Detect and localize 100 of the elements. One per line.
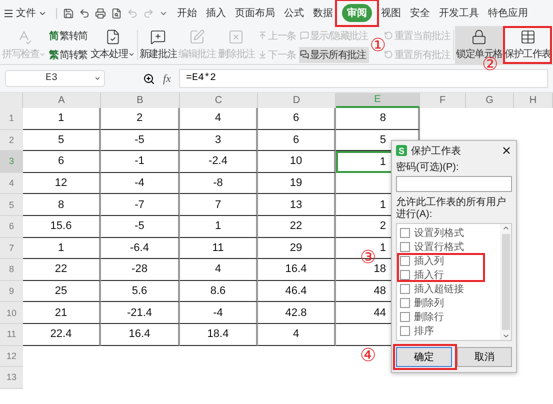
scroll-down-icon[interactable] [502, 332, 510, 340]
table-cell: 1 [23, 238, 101, 260]
row-header[interactable]: 10 [0, 302, 23, 324]
ribbon-tab[interactable]: 特色应用 [488, 6, 528, 20]
step-number: ④ [360, 346, 376, 364]
column-header[interactable]: G [466, 93, 514, 108]
ribbon-button[interactable]: 简繁转简 [48, 28, 88, 44]
ribbon-tab[interactable]: 开发工具 [439, 6, 479, 20]
table-cell: -1 [101, 151, 180, 173]
table-cell: -5 [101, 216, 180, 238]
lock-icon [471, 29, 488, 45]
menu-icon [3, 8, 14, 18]
row-header[interactable]: 7 [0, 238, 23, 260]
pencil-square-icon [189, 29, 206, 45]
ribbon-tab[interactable]: 公式 [284, 6, 304, 20]
table-cell: 46.4 [258, 280, 336, 302]
password-field[interactable] [396, 176, 512, 192]
table-cell: -7 [101, 194, 180, 216]
function-label[interactable]: fx [163, 72, 171, 84]
square-x-icon [228, 29, 244, 45]
table-cell: 6 [23, 151, 101, 173]
permission-option[interactable]: 设置行格式 [400, 240, 497, 254]
table-cell: -2.4 [180, 151, 258, 173]
column-header[interactable]: B [101, 93, 180, 108]
comments-icon [300, 50, 309, 59]
checkbox[interactable] [400, 242, 410, 252]
column-header[interactable]: F [420, 93, 466, 108]
file-menu[interactable]: 文件 [3, 6, 47, 20]
ribbon-tab[interactable]: 安全 [410, 6, 430, 20]
table-cell: -4 [101, 172, 180, 194]
row-header[interactable]: 4 [0, 172, 23, 194]
undo-icon[interactable] [79, 8, 90, 18]
ribbon-button[interactable]: 文本处理 [89, 26, 136, 64]
column-header[interactable]: D [258, 93, 336, 108]
column-header[interactable]: A [23, 93, 101, 108]
ribbon-tab[interactable]: 插入 [206, 6, 226, 20]
row-header[interactable]: 13 [0, 367, 23, 389]
table-cell: 21 [23, 302, 101, 324]
dialog-button[interactable]: 确定 [396, 347, 452, 367]
name-box[interactable]: E3 [5, 70, 105, 87]
checkbox[interactable] [400, 284, 410, 294]
dialog-button[interactable]: 取消 [456, 347, 512, 367]
ribbon-button[interactable]: 新建批注 [138, 26, 178, 64]
row-header[interactable]: 2 [0, 130, 23, 152]
checkbox[interactable] [400, 312, 410, 322]
row-header[interactable]: 9 [0, 280, 23, 302]
row-header[interactable]: 6 [0, 216, 23, 238]
checkbox[interactable] [400, 256, 410, 266]
scrollbar[interactable] [500, 224, 511, 340]
table-cell: -5 [101, 130, 180, 152]
character-icon: 简 [49, 28, 59, 42]
table-cell: 16.4 [258, 259, 336, 281]
table-cell: 7 [180, 194, 258, 216]
column-header[interactable]: H [514, 93, 553, 108]
table-cell: 5.6 [101, 280, 180, 302]
print-icon[interactable] [95, 8, 106, 18]
table-cell: 15.6 [23, 216, 101, 238]
row-header[interactable]: 5 [0, 194, 23, 216]
row-header[interactable]: 11 [0, 324, 23, 346]
table-cell: 8 [23, 194, 101, 216]
table-cell: -21.4 [101, 302, 180, 324]
table-cell: 16.4 [101, 324, 180, 346]
reset-icon [384, 50, 394, 59]
ribbon-button[interactable]: 繁简转繁 [48, 46, 88, 62]
ribbon-tab[interactable]: 视图 [381, 6, 401, 20]
permission-option[interactable]: 排序 [400, 324, 497, 338]
table-cell: 4 [258, 324, 336, 346]
character-icon: 繁 [49, 48, 59, 62]
arrow-down-icon [258, 50, 268, 59]
table-cell: 13 [258, 194, 336, 216]
table-cell: 6 [258, 130, 336, 152]
row-header[interactable]: 8 [0, 259, 23, 281]
print-preview-icon[interactable] [111, 8, 122, 18]
ribbon-button[interactable]: 显示所有批注 [298, 46, 369, 62]
close-icon[interactable] [501, 145, 512, 156]
table-cell: 4 [180, 108, 258, 130]
table-cell: 22 [258, 216, 336, 238]
app-logo-icon: S [396, 145, 407, 156]
document-check-icon [104, 29, 121, 45]
table-cell: 29 [258, 238, 336, 260]
checkbox[interactable] [400, 270, 410, 280]
column-header[interactable]: C [180, 93, 258, 108]
checkbox[interactable] [400, 298, 410, 308]
table-cell: 1 [180, 216, 258, 238]
checkbox[interactable] [400, 228, 410, 238]
ribbon-tab[interactable]: 开始 [177, 6, 197, 20]
table-cell: 19 [258, 172, 336, 194]
save-icon[interactable] [63, 8, 74, 18]
row-header[interactable]: 1 [0, 108, 23, 130]
scroll-up-icon[interactable] [502, 224, 510, 232]
table-cell: 2 [101, 108, 180, 130]
table-cell: 25 [23, 280, 101, 302]
ribbon-tab[interactable]: 数据 [313, 6, 333, 20]
checkbox[interactable] [400, 326, 410, 336]
ribbon-tab[interactable]: 页面布局 [235, 6, 275, 20]
redo-icon[interactable] [143, 8, 154, 18]
formula-field[interactable]: =E4*2 [178, 69, 548, 88]
table-cell: 11 [180, 238, 258, 260]
row-header[interactable]: 12 [0, 346, 23, 368]
zoom-icon[interactable] [143, 72, 155, 84]
